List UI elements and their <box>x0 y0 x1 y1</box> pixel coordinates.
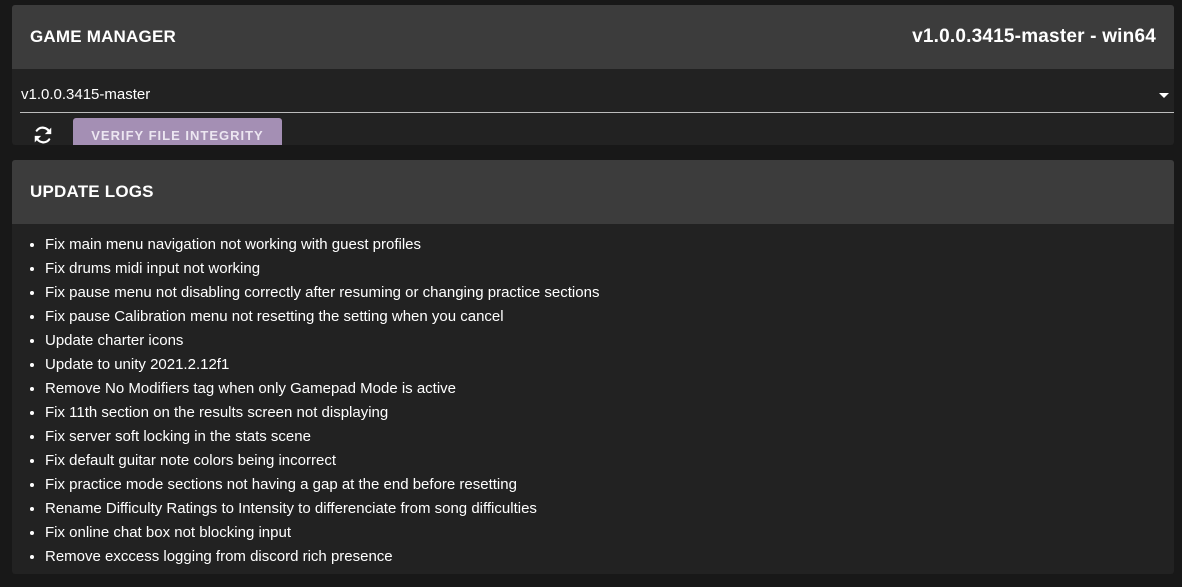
refresh-button[interactable] <box>29 121 57 145</box>
log-item: Fix default guitar note colors being inc… <box>45 449 1174 473</box>
refresh-icon <box>34 126 52 144</box>
log-item: Remove No Modifiers tag when only Gamepa… <box>45 377 1174 401</box>
dropdown-caret-icon[interactable] <box>1159 93 1169 98</box>
log-item: Update to unity 2021.2.12f1 <box>45 353 1174 377</box>
update-logs-title: UPDATE LOGS <box>30 182 154 201</box>
log-item: Update charter icons <box>45 329 1174 353</box>
log-item: Fix online chat box not blocking input <box>45 521 1174 545</box>
update-logs-list: Fix main menu navigation not working wit… <box>12 224 1174 569</box>
log-item: Rename Difficulty Ratings to Intensity t… <box>45 497 1174 521</box>
log-item: Fix 11th section on the results screen n… <box>45 401 1174 425</box>
game-manager-title: GAME MANAGER <box>30 27 176 46</box>
update-logs-panel: UPDATE LOGS Fix main menu navigation not… <box>12 160 1174 574</box>
game-manager-header: GAME MANAGER v1.0.0.3415-master - win64 <box>12 5 1174 69</box>
log-item: Fix pause menu not disabling correctly a… <box>45 281 1174 305</box>
installed-version-label: v1.0.0.3415-master - win64 <box>912 26 1156 47</box>
log-item: Fix main menu navigation not working wit… <box>45 233 1174 257</box>
version-select-value: v1.0.0.3415-master <box>21 86 151 103</box>
game-manager-panel: GAME MANAGER v1.0.0.3415-master - win64 … <box>12 5 1174 145</box>
version-select[interactable]: v1.0.0.3415-master <box>20 83 1174 113</box>
log-item: Remove exccess logging from discord rich… <box>45 545 1174 569</box>
log-item: Fix practice mode sections not having a … <box>45 473 1174 497</box>
update-logs-header: UPDATE LOGS <box>12 160 1174 224</box>
log-item: Fix pause Calibration menu not resetting… <box>45 305 1174 329</box>
log-item: Fix server soft locking in the stats sce… <box>45 425 1174 449</box>
log-item: Fix drums midi input not working <box>45 257 1174 281</box>
verify-file-integrity-button[interactable]: VERIFY FILE INTEGRITY <box>73 118 282 145</box>
